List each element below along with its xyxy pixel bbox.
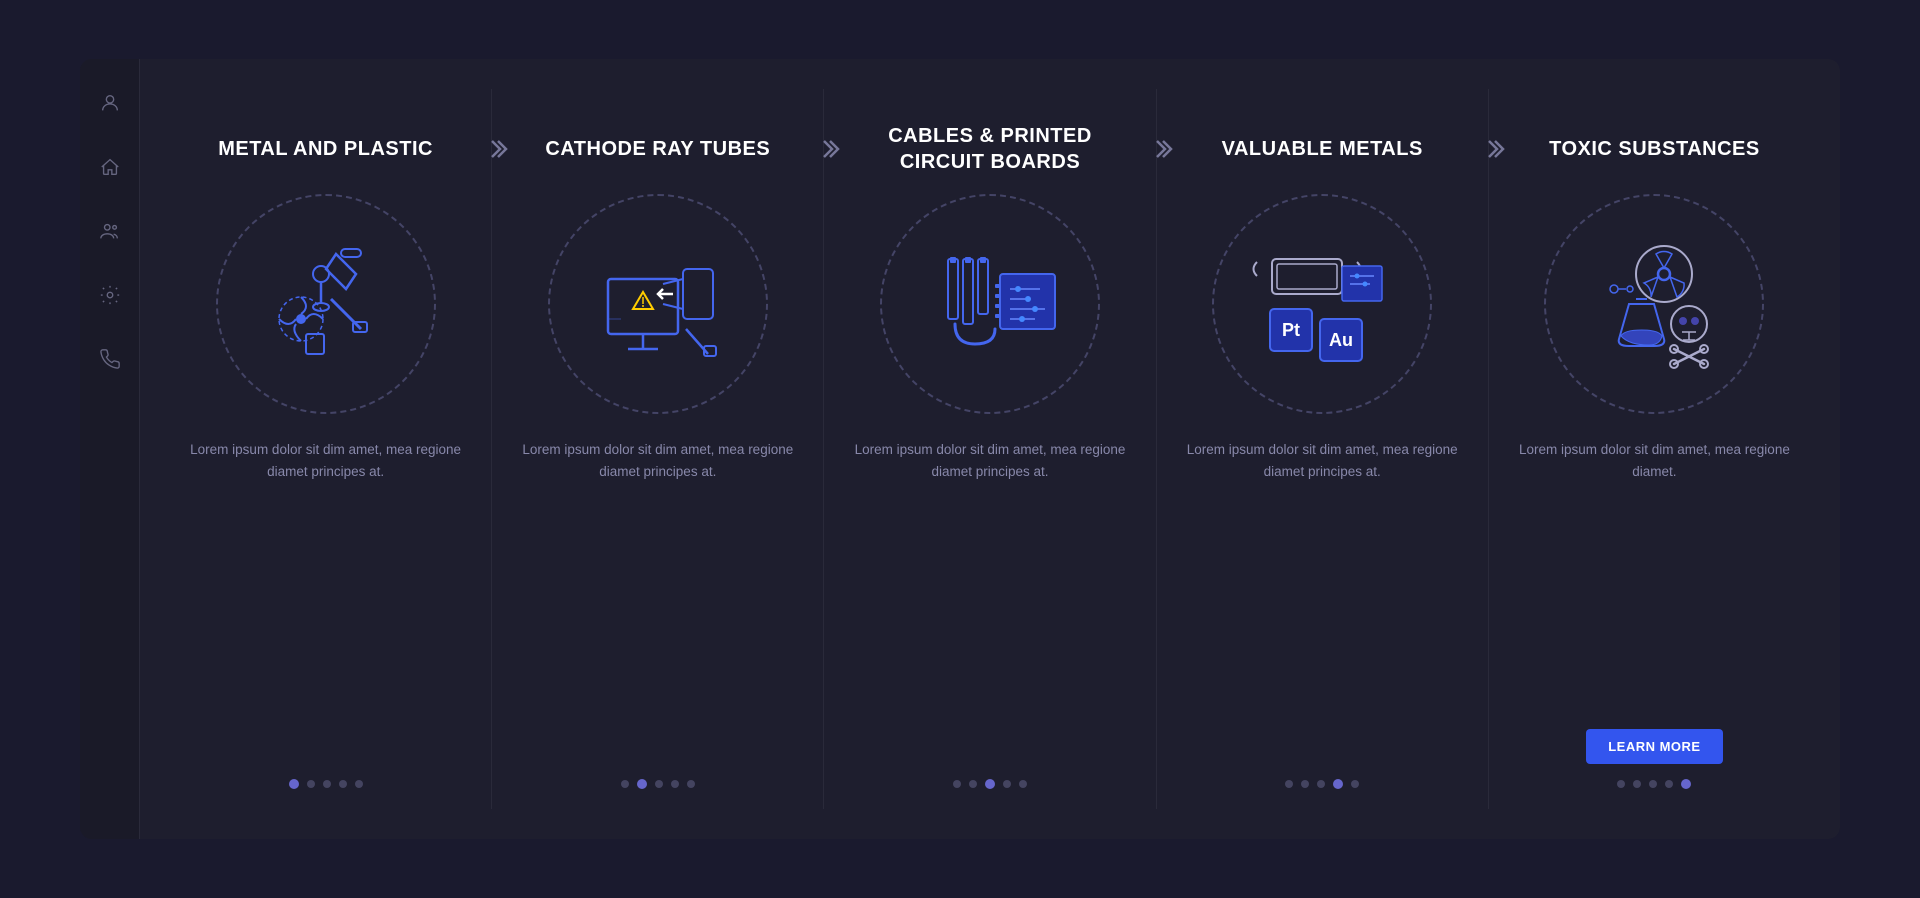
card-cathode-ray: CATHODE RAY TUBES bbox=[492, 89, 824, 809]
sidebar-icon-phone[interactable] bbox=[96, 345, 124, 373]
svg-text:Pt: Pt bbox=[1282, 320, 1300, 340]
dot-3-4[interactable] bbox=[1003, 780, 1011, 788]
card-5-title: TOXIC SUBSTANCES bbox=[1549, 119, 1760, 179]
dot-5-4[interactable] bbox=[1665, 780, 1673, 788]
card-cables-pcb: CABLES & PRINTED CIRCUIT BOARDS bbox=[824, 89, 1156, 809]
card-1-illustration bbox=[216, 194, 436, 414]
dot-1-1[interactable] bbox=[289, 779, 299, 789]
dot-5-1[interactable] bbox=[1617, 780, 1625, 788]
sidebar-icon-home[interactable] bbox=[96, 153, 124, 181]
dot-3-5[interactable] bbox=[1019, 780, 1027, 788]
dot-1-4[interactable] bbox=[339, 780, 347, 788]
dot-4-2[interactable] bbox=[1301, 780, 1309, 788]
dot-2-4[interactable] bbox=[671, 780, 679, 788]
card-4-title: VALUABLE METALS bbox=[1222, 119, 1423, 179]
dot-2-1[interactable] bbox=[621, 780, 629, 788]
dot-2-5[interactable] bbox=[687, 780, 695, 788]
dot-1-3[interactable] bbox=[323, 780, 331, 788]
arrow-2 bbox=[817, 137, 841, 167]
dot-5-2[interactable] bbox=[1633, 780, 1641, 788]
dot-3-1[interactable] bbox=[953, 780, 961, 788]
card-5-desc: Lorem ipsum dolor sit dim amet, mea regi… bbox=[1509, 439, 1800, 719]
sidebar-icon-users[interactable] bbox=[96, 217, 124, 245]
card-2-pagination bbox=[621, 779, 695, 789]
card-3-pagination bbox=[953, 779, 1027, 789]
arrow-1 bbox=[485, 137, 509, 167]
arrow-3 bbox=[1150, 137, 1174, 167]
card-5-illustration bbox=[1544, 194, 1764, 414]
main-container: METAL AND PLASTIC bbox=[80, 59, 1840, 839]
card-5-pagination bbox=[1617, 779, 1691, 789]
svg-text:Au: Au bbox=[1329, 330, 1353, 350]
dot-5-3[interactable] bbox=[1649, 780, 1657, 788]
dot-4-4[interactable] bbox=[1333, 779, 1343, 789]
cards-container: METAL AND PLASTIC bbox=[140, 59, 1840, 839]
dot-5-5[interactable] bbox=[1681, 779, 1691, 789]
dot-3-3[interactable] bbox=[985, 779, 995, 789]
dot-1-2[interactable] bbox=[307, 780, 315, 788]
sidebar bbox=[80, 59, 140, 839]
card-4-pagination bbox=[1285, 779, 1359, 789]
sidebar-icon-settings[interactable] bbox=[96, 281, 124, 309]
dot-1-5[interactable] bbox=[355, 780, 363, 788]
card-2-desc: Lorem ipsum dolor sit dim amet, mea regi… bbox=[512, 439, 803, 764]
card-2-title: CATHODE RAY TUBES bbox=[545, 119, 770, 179]
card-valuable-metals: VALUABLE METALS Pt Au bbox=[1157, 89, 1489, 809]
card-4-illustration: Pt Au bbox=[1212, 194, 1432, 414]
dot-3-2[interactable] bbox=[969, 780, 977, 788]
card-3-desc: Lorem ipsum dolor sit dim amet, mea regi… bbox=[844, 439, 1135, 764]
dot-4-5[interactable] bbox=[1351, 780, 1359, 788]
card-1-desc: Lorem ipsum dolor sit dim amet, mea regi… bbox=[180, 439, 471, 764]
dot-4-3[interactable] bbox=[1317, 780, 1325, 788]
learn-more-button[interactable]: LEARN MORE bbox=[1586, 729, 1722, 764]
dot-2-3[interactable] bbox=[655, 780, 663, 788]
card-1-title: METAL AND PLASTIC bbox=[218, 119, 433, 179]
dot-2-2[interactable] bbox=[637, 779, 647, 789]
sidebar-icon-user[interactable] bbox=[96, 89, 124, 117]
card-1-pagination bbox=[289, 779, 363, 789]
card-toxic-substances: TOXIC SUBSTANCES bbox=[1489, 89, 1820, 809]
arrow-4 bbox=[1482, 137, 1506, 167]
card-4-desc: Lorem ipsum dolor sit dim amet, mea regi… bbox=[1177, 439, 1468, 764]
card-metal-plastic: METAL AND PLASTIC bbox=[160, 89, 492, 809]
card-3-illustration bbox=[880, 194, 1100, 414]
dot-4-1[interactable] bbox=[1285, 780, 1293, 788]
card-2-illustration bbox=[548, 194, 768, 414]
card-3-title: CABLES & PRINTED CIRCUIT BOARDS bbox=[844, 119, 1135, 179]
